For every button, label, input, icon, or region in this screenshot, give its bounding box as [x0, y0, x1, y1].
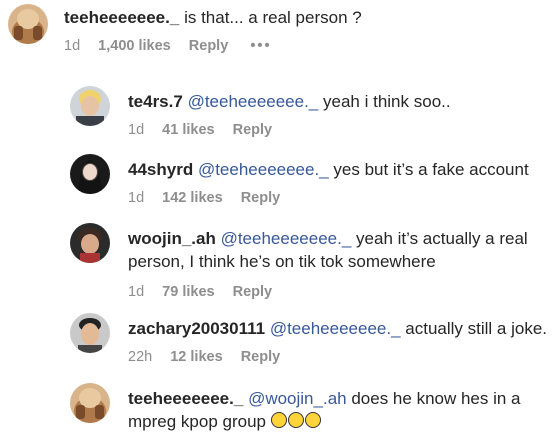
- comment-text: actually still a joke.: [405, 319, 548, 338]
- comment-time[interactable]: 1d: [128, 122, 144, 138]
- avatar[interactable]: [70, 313, 110, 353]
- reply-button[interactable]: Reply: [189, 38, 229, 54]
- comment-likes[interactable]: 79 likes: [162, 284, 214, 300]
- comment-body: woojin_.ah @teeheeeeeee._ yeah it’s actu…: [128, 227, 553, 301]
- avatar[interactable]: [70, 223, 110, 263]
- comment-username[interactable]: zachary20030111: [128, 319, 265, 338]
- comment-text: yes but it’s a fake account: [333, 160, 529, 179]
- comment-likes[interactable]: 1,400 likes: [98, 38, 171, 54]
- comment-body: zachary20030111 @teeheeeeeee._ actually …: [128, 317, 553, 366]
- comment-line: woojin_.ah @teeheeeeeee._ yeah it’s actu…: [128, 227, 553, 273]
- reply-button[interactable]: Reply: [241, 349, 281, 365]
- comment-body: teeheeeeeee._ is that... a real person ?…: [64, 6, 553, 55]
- comment-line: teeheeeeeee._ @woojin_.ah does he know h…: [128, 387, 553, 433]
- avatar[interactable]: [8, 4, 48, 44]
- comment-time[interactable]: 1d: [128, 190, 144, 206]
- comment-text: is that... a real person ?: [184, 8, 362, 27]
- comment-meta: 22h 12 likes Reply: [128, 348, 553, 366]
- comment-username[interactable]: te4rs.7: [128, 92, 183, 111]
- avatar[interactable]: [70, 383, 110, 423]
- comment-username[interactable]: 44shyrd: [128, 160, 193, 179]
- comment-likes[interactable]: 142 likes: [162, 190, 222, 206]
- comment-body: 44shyrd @teeheeeeeee._ yes but it’s a fa…: [128, 158, 553, 207]
- comment-line: zachary20030111 @teeheeeeeee._ actually …: [128, 317, 553, 340]
- comment-body: te4rs.7 @teeheeeeeee._ yeah i think soo.…: [128, 90, 553, 139]
- comment-likes[interactable]: 41 likes: [162, 122, 214, 138]
- comment-meta: 1d 41 likes Reply: [128, 121, 553, 139]
- comment-likes[interactable]: 12 likes: [170, 349, 222, 365]
- comment-username[interactable]: teeheeeeeee._: [64, 8, 179, 27]
- more-options-icon[interactable]: •••: [250, 38, 271, 54]
- reply-button[interactable]: Reply: [233, 284, 273, 300]
- comment-mention[interactable]: @teeheeeeeee._: [188, 92, 319, 111]
- crying-laughing-emoji-icon: [287, 412, 304, 428]
- comment-meta: 1d 142 likes Reply: [128, 189, 553, 207]
- avatar[interactable]: [70, 86, 110, 126]
- avatar[interactable]: [70, 154, 110, 194]
- comment-meta: 1d 1,400 likes Reply •••: [64, 37, 553, 55]
- comment-username[interactable]: woojin_.ah: [128, 229, 216, 248]
- reply-button[interactable]: Reply: [233, 122, 273, 138]
- comment-mention[interactable]: @teeheeeeeee._: [198, 160, 329, 179]
- comment-line: 44shyrd @teeheeeeeee._ yes but it’s a fa…: [128, 158, 553, 181]
- reply-button[interactable]: Reply: [241, 190, 281, 206]
- comment-username[interactable]: teeheeeeeee._: [128, 389, 243, 408]
- comment-meta: 1d 79 likes Reply: [128, 283, 553, 301]
- comment-time[interactable]: 1d: [128, 284, 144, 300]
- comment-mention[interactable]: @woojin_.ah: [248, 389, 347, 408]
- crying-laughing-emoji-icon: [304, 412, 321, 428]
- comment-text: yeah i think soo..: [323, 92, 451, 111]
- comment-mention[interactable]: @teeheeeeeee._: [221, 229, 352, 248]
- comment-time[interactable]: 1d: [64, 38, 80, 54]
- comment-time[interactable]: 22h: [128, 349, 152, 365]
- comment-line: teeheeeeeee._ is that... a real person ?: [64, 6, 553, 29]
- comment-mention[interactable]: @teeheeeeeee._: [270, 319, 401, 338]
- crying-laughing-emoji-icon: [270, 412, 287, 428]
- comment-body: teeheeeeeee._ @woojin_.ah does he know h…: [128, 387, 553, 433]
- comment-line: te4rs.7 @teeheeeeeee._ yeah i think soo.…: [128, 90, 553, 113]
